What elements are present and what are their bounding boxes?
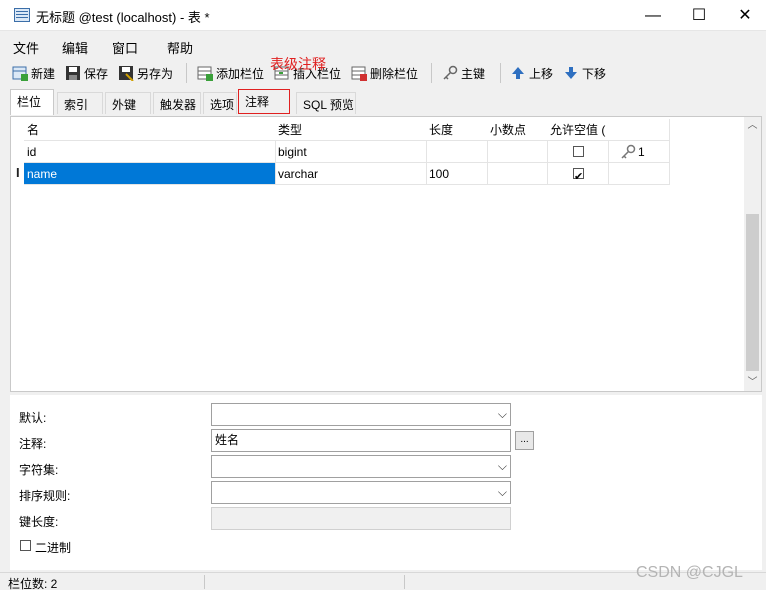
menu-window[interactable]: 窗口 bbox=[112, 38, 138, 57]
new-button[interactable]: 新建 bbox=[12, 63, 55, 83]
delete-field-label: 删除栏位 bbox=[370, 66, 419, 81]
add-field-icon bbox=[197, 65, 213, 81]
scrollbar-thumb[interactable] bbox=[746, 214, 759, 371]
key-length-field bbox=[211, 507, 511, 530]
chevron-down-icon: ⌵ bbox=[497, 485, 507, 499]
comment-edit-button[interactable]: ... bbox=[515, 431, 534, 450]
tab-indexes[interactable]: 索引 bbox=[57, 92, 103, 114]
minimize-button[interactable]: — bbox=[630, 0, 676, 31]
key-icon bbox=[442, 65, 458, 81]
save-icon bbox=[65, 65, 81, 81]
binary-checkbox[interactable] bbox=[20, 540, 31, 551]
cell-name[interactable]: id bbox=[24, 141, 276, 163]
toolbar: 新建 保存 另存为 添加栏位 插入栏位 删除栏位 主键 上移 下移 bbox=[0, 58, 766, 88]
window-title: 无标题 @test (localhost) - 表 * bbox=[36, 10, 210, 25]
column-header-nullable[interactable]: 允许空值 ( bbox=[547, 119, 609, 141]
save-label: 保存 bbox=[84, 66, 109, 81]
column-header-length[interactable]: 长度 bbox=[426, 119, 488, 141]
move-up-label: 上移 bbox=[529, 66, 554, 81]
menu-file[interactable]: 文件 bbox=[13, 38, 39, 57]
cell-name[interactable]: name bbox=[24, 163, 276, 185]
cell-nullable[interactable] bbox=[547, 163, 609, 185]
nullable-checkbox[interactable] bbox=[573, 146, 584, 157]
save-as-icon bbox=[118, 65, 134, 82]
new-label: 新建 bbox=[31, 66, 56, 81]
title-bar: 无标题 @test (localhost) - 表 * — ☐ ✕ bbox=[0, 0, 766, 31]
column-header-key bbox=[608, 119, 670, 141]
close-button[interactable]: ✕ bbox=[722, 0, 766, 31]
table-comment-annotation: 表级注释 bbox=[270, 56, 326, 72]
toolbar-separator bbox=[500, 63, 501, 83]
tab-triggers[interactable]: 触发器 bbox=[153, 92, 201, 114]
watermark: CSDN @CJGL bbox=[636, 564, 743, 581]
save-button[interactable]: 保存 bbox=[65, 63, 108, 83]
add-field-button[interactable]: 添加栏位 bbox=[197, 63, 264, 83]
status-divider bbox=[204, 575, 205, 589]
primary-key-label: 主键 bbox=[461, 66, 486, 81]
tab-bar: 栏位 索引 外键 触发器 选项 注释 SQL 预览 bbox=[10, 89, 760, 115]
table-icon bbox=[14, 8, 30, 22]
primary-key-button[interactable]: 主键 bbox=[442, 63, 485, 83]
column-header-type[interactable]: 类型 bbox=[275, 119, 427, 141]
cell-decimals[interactable] bbox=[487, 163, 548, 185]
move-down-button[interactable]: 下移 bbox=[563, 63, 606, 83]
save-as-button[interactable]: 另存为 bbox=[118, 63, 173, 83]
key-length-label: 键长度: bbox=[19, 515, 59, 529]
field-count-status: 栏位数: 2 bbox=[8, 577, 58, 590]
key-icon bbox=[620, 144, 636, 162]
default-label: 默认: bbox=[19, 411, 47, 425]
status-divider bbox=[404, 575, 405, 589]
charset-select[interactable]: ⌵ bbox=[211, 455, 511, 478]
default-select[interactable]: ⌵ bbox=[211, 403, 511, 426]
collation-label: 排序规则: bbox=[19, 489, 71, 503]
chevron-up-icon[interactable]: ︿ bbox=[744, 117, 761, 134]
binary-label: 二进制 bbox=[35, 541, 72, 555]
comment-field[interactable]: 姓名 bbox=[211, 429, 511, 452]
collation-select[interactable]: ⌵ bbox=[211, 481, 511, 504]
menu-bar: 文件 编辑 窗口 帮助 bbox=[0, 32, 766, 58]
charset-label: 字符集: bbox=[19, 463, 59, 477]
tab-foreign-keys[interactable]: 外键 bbox=[105, 92, 151, 114]
grid-scrollbar[interactable]: ︿ ﹀ bbox=[744, 117, 761, 391]
grid-header: 名 类型 长度 小数点 允许空值 ( bbox=[11, 119, 671, 141]
cell-nullable[interactable] bbox=[547, 141, 609, 163]
column-header-decimals[interactable]: 小数点 bbox=[487, 119, 548, 141]
cell-type[interactable]: bigint bbox=[275, 141, 427, 163]
column-header-name[interactable]: 名 bbox=[24, 119, 276, 141]
fields-grid: 名 类型 长度 小数点 允许空值 ( id bigint 1 name varc… bbox=[10, 116, 762, 392]
cell-decimals[interactable] bbox=[487, 141, 548, 163]
arrow-up-icon bbox=[510, 65, 526, 81]
tab-fields[interactable]: 栏位 bbox=[10, 89, 54, 115]
cell-length[interactable]: 100 bbox=[426, 163, 488, 185]
cell-key bbox=[608, 163, 670, 185]
toolbar-separator bbox=[431, 63, 432, 83]
cell-key: 1 bbox=[608, 141, 670, 163]
nullable-checkbox[interactable] bbox=[573, 166, 584, 184]
field-properties: 默认: ⌵ 注释: 姓名 ... 字符集: ⌵ 排序规则: ⌵ 键长度: 二进制 bbox=[10, 395, 762, 570]
menu-help[interactable]: 帮助 bbox=[167, 38, 193, 57]
toolbar-separator bbox=[186, 63, 187, 83]
tab-comment[interactable]: 注释 bbox=[238, 89, 290, 114]
cell-length[interactable] bbox=[426, 141, 488, 163]
add-field-label: 添加栏位 bbox=[216, 66, 265, 81]
tab-options[interactable]: 选项 bbox=[203, 92, 237, 114]
maximize-button[interactable]: ☐ bbox=[676, 0, 722, 31]
delete-field-icon bbox=[351, 65, 367, 81]
chevron-down-icon[interactable]: ﹀ bbox=[744, 374, 761, 391]
tab-sql-preview[interactable]: SQL 预览 bbox=[296, 92, 356, 114]
text-cursor-icon: I bbox=[16, 165, 20, 180]
arrow-down-icon bbox=[563, 65, 579, 81]
chevron-down-icon: ⌵ bbox=[497, 407, 507, 421]
move-up-button[interactable]: 上移 bbox=[510, 63, 553, 83]
save-as-label: 另存为 bbox=[137, 66, 174, 81]
new-table-icon bbox=[12, 65, 28, 81]
delete-field-button[interactable]: 删除栏位 bbox=[351, 63, 418, 83]
menu-edit[interactable]: 编辑 bbox=[62, 38, 88, 57]
comment-label: 注释: bbox=[19, 437, 47, 451]
move-down-label: 下移 bbox=[582, 66, 607, 81]
chevron-down-icon: ⌵ bbox=[497, 459, 507, 473]
key-order: 1 bbox=[638, 145, 645, 159]
cell-type[interactable]: varchar bbox=[275, 163, 427, 185]
